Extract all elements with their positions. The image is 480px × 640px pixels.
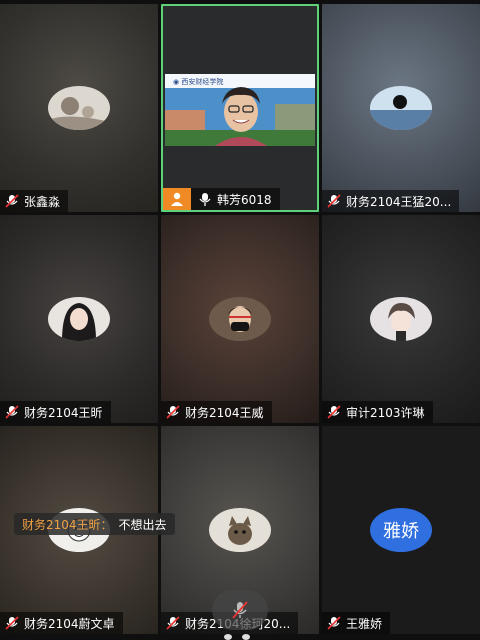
participant-name: 财务2104王威 bbox=[185, 405, 264, 420]
participant-tile-active[interactable]: ◉ 西安财经学院 韩芳6018 bbox=[161, 4, 319, 212]
participant-name-tag: 张鑫淼 bbox=[0, 190, 69, 212]
host-video-feed: ◉ 西安财经学院 bbox=[165, 74, 315, 146]
boy-portrait-icon bbox=[370, 297, 432, 341]
chat-text: 不想出去 bbox=[118, 517, 167, 532]
participant-tile[interactable]: 审计2103许琳 bbox=[322, 215, 480, 423]
participant-name-tag: 韩芳6018 bbox=[191, 188, 280, 210]
chat-message-bubble[interactable]: 财务2104王昕： 不想出去 bbox=[14, 513, 175, 535]
scenery-icon bbox=[370, 86, 432, 130]
girl-portrait-icon bbox=[48, 297, 110, 341]
moon-icon bbox=[48, 86, 110, 130]
floating-mute-button[interactable] bbox=[212, 590, 268, 630]
participant-name: 财务2104王猛20... bbox=[346, 194, 452, 209]
mic-icon bbox=[199, 193, 211, 206]
text-avatar: 雅娇 bbox=[370, 508, 432, 552]
muted-mic-icon bbox=[232, 601, 248, 619]
participant-tile[interactable]: 财务2104王昕 bbox=[0, 215, 158, 423]
participant-name: 王雅娇 bbox=[346, 616, 383, 631]
participant-tile[interactable]: 财务2104王猛20... bbox=[322, 4, 480, 212]
page-dot bbox=[224, 634, 232, 640]
participant-name: 财务2104王昕 bbox=[24, 405, 103, 420]
muted-mic-icon bbox=[327, 405, 341, 419]
person-icon bbox=[171, 192, 183, 206]
participant-name-tag: 财务2104王威 bbox=[161, 401, 272, 423]
participant-name-tag: 财务2104王猛20... bbox=[322, 190, 460, 212]
cat-icon bbox=[209, 508, 271, 552]
muted-mic-icon bbox=[5, 616, 19, 630]
masked-person-icon bbox=[209, 297, 271, 341]
host-badge bbox=[163, 188, 191, 210]
page-dot bbox=[242, 634, 250, 640]
participant-name: 财务2104蔚文卓 bbox=[24, 616, 115, 631]
participant-grid: 张鑫淼 ◉ 西安财经学院 韩芳6018 财务2104王猛20... 财务2104… bbox=[0, 4, 480, 634]
participant-tile[interactable]: 雅娇 王雅娇 bbox=[322, 426, 480, 634]
svg-text:◉ 西安财经学院: ◉ 西安财经学院 bbox=[173, 77, 223, 86]
chat-sender: 财务2104王昕： bbox=[22, 517, 113, 532]
muted-mic-icon bbox=[166, 616, 180, 630]
muted-mic-icon bbox=[327, 194, 341, 208]
participant-tile[interactable]: 财务2104王威 bbox=[161, 215, 319, 423]
participant-tile[interactable]: 张鑫淼 bbox=[0, 4, 158, 212]
participant-name-tag: 财务2104王昕 bbox=[0, 401, 111, 423]
muted-mic-icon bbox=[5, 194, 19, 208]
participant-name: 韩芳6018 bbox=[217, 192, 272, 207]
muted-mic-icon bbox=[166, 405, 180, 419]
muted-mic-icon bbox=[327, 616, 341, 630]
participant-name: 审计2103许琳 bbox=[346, 405, 425, 420]
page-indicator bbox=[224, 634, 250, 640]
muted-mic-icon bbox=[5, 405, 19, 419]
participant-name: 张鑫淼 bbox=[24, 194, 61, 209]
participant-name-tag: 审计2103许琳 bbox=[322, 401, 433, 423]
participant-name-tag: 王雅娇 bbox=[322, 612, 391, 634]
participant-name-tag: 财务2104蔚文卓 bbox=[0, 612, 123, 634]
